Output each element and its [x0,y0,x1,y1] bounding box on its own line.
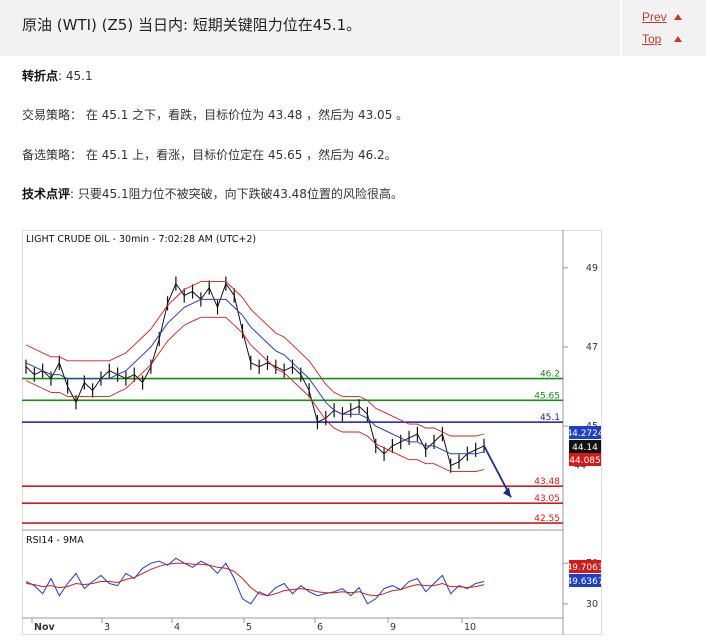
comment-text: : 只要45.1阻力位不被突破，向下跌破43.48位置的风险很高。 [70,187,403,201]
comment-line: 技术点评: 只要45.1阻力位不被突破，向下跌破43.48位置的风险很高。 [22,185,403,202]
top-label: Top [642,32,662,46]
level-label: 42.55 [534,514,560,524]
chart-area: LIGHT CRUDE OIL - 30min - 7:02:28 AM (UT… [22,230,604,635]
level-label: 46.2 [540,370,560,380]
price-tag-label: 44.2724 [566,429,602,439]
pivot-line: 转折点: 45.1 [22,67,93,84]
x-tick-label: Nov [34,622,55,633]
level-label: 43.48 [534,477,560,487]
prev-label: Prev [642,10,667,24]
x-tick-label: 3 [104,622,110,633]
level-label: 45.1 [540,413,560,423]
pivot-value: : 45.1 [58,69,93,83]
x-tick-label: 4 [174,622,180,633]
rsi-title: RSI14 - 9MA [26,535,84,546]
strategy-line: 交易策略： 在 45.1 之下，看跌，目标价位为 43.48 ，然后为 43.0… [22,106,408,123]
y-tick-label: 47 [586,342,598,353]
arrow-up-icon [674,14,682,20]
x-tick-label: 10 [464,622,476,633]
main-chart-title: LIGHT CRUDE OIL - 30min - 7:02:28 AM (UT… [26,234,256,245]
pivot-label: 转折点 [22,69,59,83]
rsi-tag-label: 49.7063 [566,563,602,573]
comment-label: 技术点评 [22,187,71,201]
price-chart: LIGHT CRUDE OIL - 30min - 7:02:28 AM (UT… [22,230,604,635]
nav-links: Prev Top [622,0,706,56]
alt-strategy-line: 备选策略： 在 45.1 上，看涨，目标价位定在 45.65 ，然后为 46.2… [22,146,397,163]
alt-strategy-label: 备选策略 [22,148,71,162]
alt-strategy-text: ： 在 45.1 上，看涨，目标价位定在 45.65 ，然后为 46.2。 [70,148,397,162]
y-tick-label: 49 [586,263,598,274]
arrow-up-icon [674,36,682,42]
level-label: 43.05 [534,494,560,504]
x-tick-label: 6 [317,622,323,633]
x-tick-label: 9 [390,622,396,633]
strategy-label: 交易策略 [22,108,71,122]
prev-link[interactable]: Prev [642,10,682,24]
page-title: 原油 (WTI) (Z5) 当日内: 短期关键阻力位在45.1。 [22,16,362,34]
top-link[interactable]: Top [642,32,682,46]
rsi-tag-label: 49.6367 [566,577,602,587]
strategy-text: ： 在 45.1 之下，看跌，目标价位为 43.48 ，然后为 43.05 。 [70,108,409,122]
rsi-tick-label: 30 [586,599,598,610]
page-header: 原油 (WTI) (Z5) 当日内: 短期关键阻力位在45.1。 [0,0,620,56]
price-tag-label: 44.085 [569,456,601,466]
level-label: 45.65 [534,391,560,401]
chart-frame [22,230,602,635]
x-tick-label: 5 [246,622,252,633]
price-tag-label: 44.14 [572,443,598,453]
